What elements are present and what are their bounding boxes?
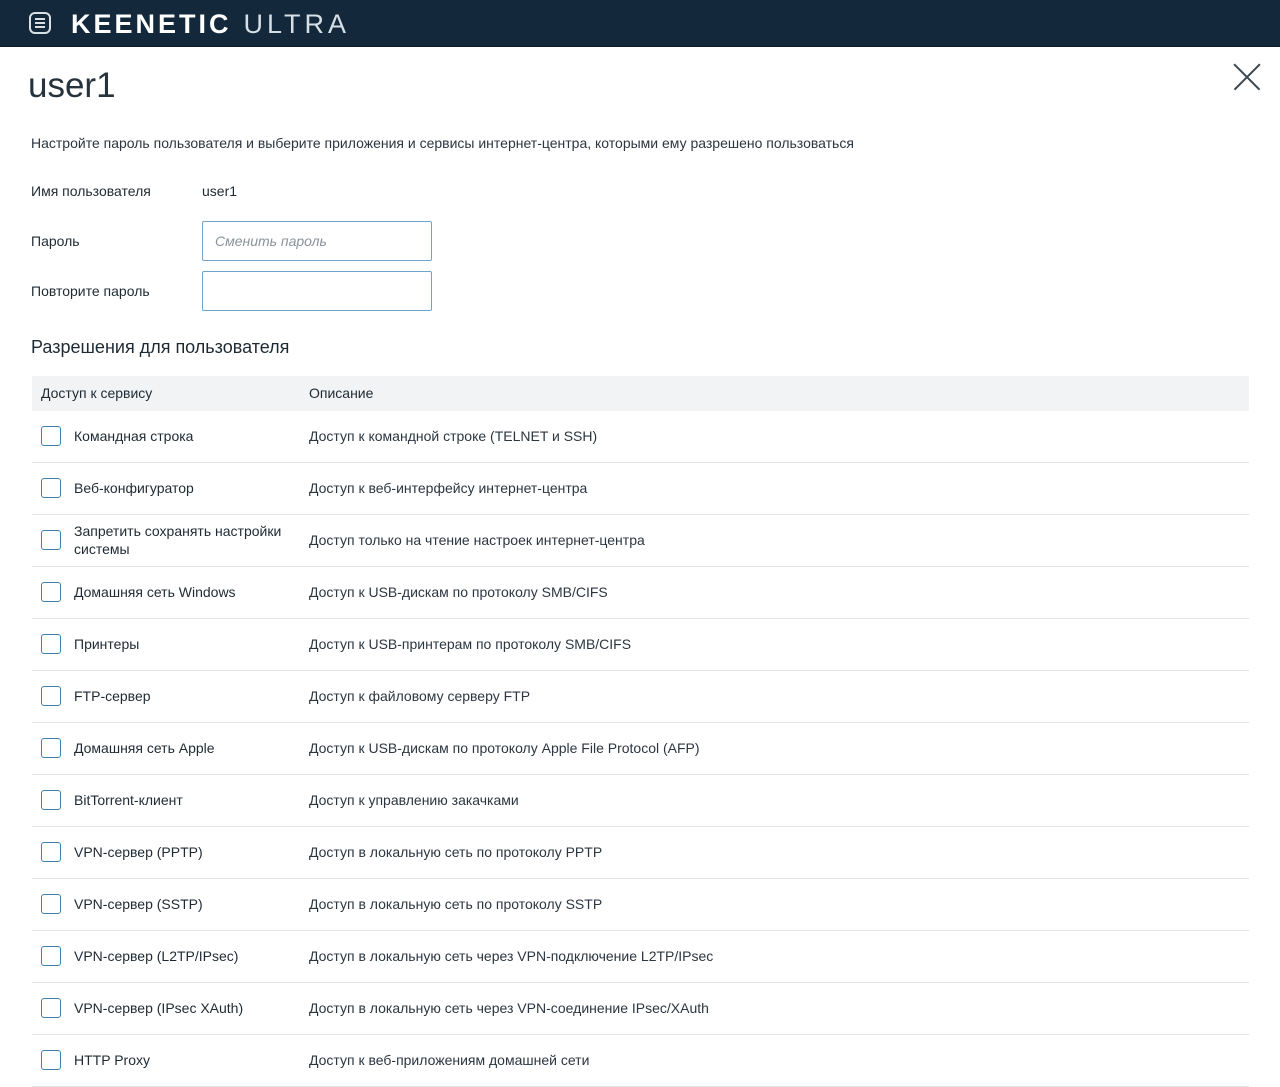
page-title: user1 <box>28 66 116 105</box>
table-row: VPN-сервер (PPTP) Доступ в локальную сеть… <box>32 827 1249 879</box>
service-name: VPN-сервер (L2TP/IPsec) <box>74 948 239 964</box>
permission-checkbox[interactable] <box>41 946 61 966</box>
permission-checkbox[interactable] <box>41 790 61 810</box>
close-icon[interactable] <box>1234 64 1260 90</box>
brand-model: ULTRA <box>243 9 351 39</box>
service-description: Доступ в локальную сеть через VPN-соедин… <box>309 1000 709 1016</box>
column-header-service: Доступ к сервису <box>41 385 153 401</box>
service-description: Доступ только на чтение настроек интерне… <box>309 532 645 548</box>
service-name: Веб-конфигуратор <box>74 480 194 496</box>
table-row: VPN-сервер (L2TP/IPsec) Доступ в локальну… <box>32 931 1249 983</box>
brand-logo: KEENETIC ULTRA <box>71 9 350 39</box>
service-name: Домашняя сеть Apple <box>74 740 215 756</box>
permission-checkbox[interactable] <box>41 738 61 758</box>
password-label: Пароль <box>31 233 80 249</box>
service-name: Запретить сохранять настройки системы <box>74 523 282 557</box>
permission-checkbox[interactable] <box>41 634 61 654</box>
service-description: Доступ к USB-дискам по протоколу Apple F… <box>309 740 700 756</box>
service-description: Доступ к командной строке (TELNET и SSH) <box>309 428 598 444</box>
permission-checkbox[interactable] <box>41 842 61 862</box>
password-input[interactable] <box>202 221 432 261</box>
permissions-title: Разрешения для пользователя <box>31 337 290 357</box>
column-header-description: Описание <box>309 385 374 401</box>
service-description: Доступ в локальную сеть по протоколу PPT… <box>309 844 603 860</box>
service-description: Доступ в локальную сеть через VPN-подклю… <box>309 948 714 964</box>
service-description: Доступ к управлению закачками <box>309 792 519 808</box>
permission-checkbox[interactable] <box>41 1050 61 1070</box>
menu-icon[interactable] <box>29 12 51 34</box>
table-row: Принтеры Доступ к USB-принтерам по проток… <box>32 619 1249 671</box>
username-value: user1 <box>202 183 238 199</box>
table-row: Веб-конфигуратор Доступ к веб-интерфейсу … <box>32 463 1249 515</box>
brand-name: KEENETIC <box>71 9 232 39</box>
top-bar: KEENETIC ULTRA <box>0 0 1280 47</box>
service-name: Командная строка <box>74 428 194 444</box>
service-name: VPN-сервер (IPsec XAuth) <box>74 1000 244 1016</box>
service-description: Доступ в локальную сеть по протоколу SST… <box>309 896 603 912</box>
table-row: Домашняя сеть Windows Доступ к USB-дискам… <box>32 567 1249 619</box>
service-name: HTTP Proxy <box>74 1052 150 1068</box>
table-row: Домашняя сеть Apple Доступ к USB-дискам п… <box>32 723 1249 775</box>
repeat-password-input[interactable] <box>202 271 432 311</box>
service-description: Доступ к файловому серверу FTP <box>309 688 531 704</box>
page-subtitle: Настройте пароль пользователя и выберите… <box>31 135 854 151</box>
service-name: FTP-сервер <box>74 688 151 704</box>
username-label: Имя пользователя <box>31 183 151 199</box>
permission-checkbox[interactable] <box>41 686 61 706</box>
permission-checkbox[interactable] <box>41 998 61 1018</box>
service-description: Доступ к веб-приложениям домашней сети <box>309 1052 590 1068</box>
permission-checkbox[interactable] <box>41 426 61 446</box>
table-row: VPN-сервер (IPsec XAuth) Доступ в локальн… <box>32 983 1249 1035</box>
permissions-table: Доступ к сервису Описание Командная стро… <box>32 376 1249 1087</box>
table-row: FTP-сервер Доступ к файловому серверу FTP <box>32 671 1249 723</box>
permission-checkbox[interactable] <box>41 478 61 498</box>
permission-checkbox[interactable] <box>41 582 61 602</box>
service-name: Домашняя сеть Windows <box>74 584 236 600</box>
service-name: VPN-сервер (PPTP) <box>74 844 203 860</box>
table-row: Запретить сохранять настройки системы Дос… <box>32 515 1249 567</box>
permission-checkbox[interactable] <box>41 530 61 550</box>
permission-checkbox[interactable] <box>41 894 61 914</box>
table-body: Командная строка Доступ к командной строк… <box>32 411 1249 1087</box>
table-header: Доступ к сервису Описание <box>32 376 1249 411</box>
table-row: BitTorrent-клиент Доступ к управлению зак… <box>32 775 1249 827</box>
service-description: Доступ к USB-принтерам по протоколу SMB/… <box>309 636 632 652</box>
table-row: VPN-сервер (SSTP) Доступ в локальную сеть… <box>32 879 1249 931</box>
service-description: Доступ к веб-интерфейсу интернет-центра <box>309 480 588 496</box>
repeat-password-label: Повторите пароль <box>31 283 150 299</box>
table-row: HTTP Proxy Доступ к веб-приложениям домаш… <box>32 1035 1249 1087</box>
service-name: Принтеры <box>74 636 140 652</box>
service-description: Доступ к USB-дискам по протоколу SMB/CIF… <box>309 584 608 600</box>
table-row: Командная строка Доступ к командной строк… <box>32 411 1249 463</box>
service-name: VPN-сервер (SSTP) <box>74 896 203 912</box>
service-name: BitTorrent-клиент <box>74 792 183 808</box>
